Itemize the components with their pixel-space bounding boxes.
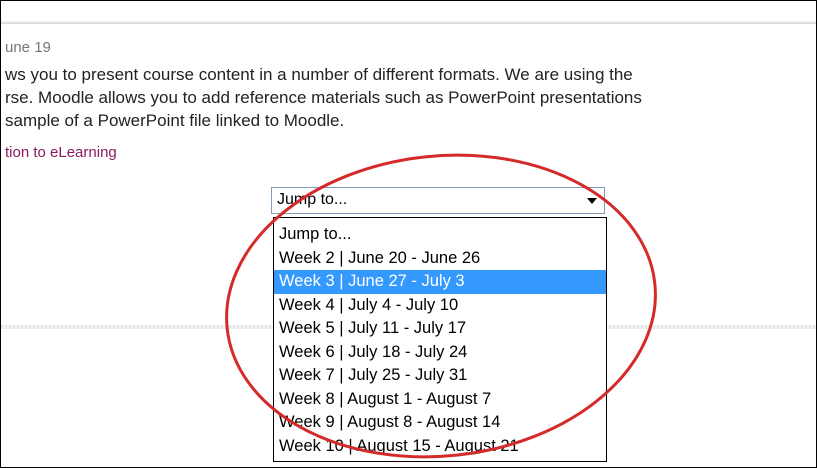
screenshot-frame: une 19 ws you to present course content …: [0, 0, 817, 468]
dropdown-option[interactable]: Week 5 | July 11 - July 17: [274, 317, 606, 341]
dropdown-option[interactable]: Week 9 | August 8 - August 14: [274, 411, 606, 435]
dropdown-option[interactable]: Week 7 | July 25 - July 31: [274, 364, 606, 388]
summary-line: sample of a PowerPoint file linked to Mo…: [5, 111, 345, 130]
chevron-down-icon[interactable]: [587, 198, 597, 204]
summary-line: rse. Moodle allows you to add reference …: [5, 88, 642, 107]
dropdown-option[interactable]: Week 3 | June 27 - July 3: [274, 270, 606, 294]
section-date: une 19: [5, 39, 51, 56]
summary-line: ws you to present course content in a nu…: [5, 65, 633, 84]
jump-to-select-value: Jump to...: [277, 191, 348, 208]
elearning-link[interactable]: tion to eLearning: [5, 144, 117, 161]
dropdown-option[interactable]: Week 6 | July 18 - July 24: [274, 341, 606, 365]
jump-to-dropdown-list[interactable]: Jump to... Week 2 | June 20 - June 26 Week…: [273, 217, 607, 462]
top-band: [1, 1, 816, 24]
dropdown-option[interactable]: Week 10 | August 15 - August 21: [274, 435, 606, 459]
section-summary: ws you to present course content in a nu…: [5, 63, 816, 132]
dropdown-option[interactable]: Jump to...: [274, 223, 606, 247]
dropdown-option[interactable]: Week 4 | July 4 - July 10: [274, 294, 606, 318]
dropdown-option[interactable]: Week 2 | June 20 - June 26: [274, 247, 606, 271]
jump-to-select[interactable]: Jump to...: [271, 187, 605, 214]
dropdown-option[interactable]: Week 8 | August 1 - August 7: [274, 388, 606, 412]
